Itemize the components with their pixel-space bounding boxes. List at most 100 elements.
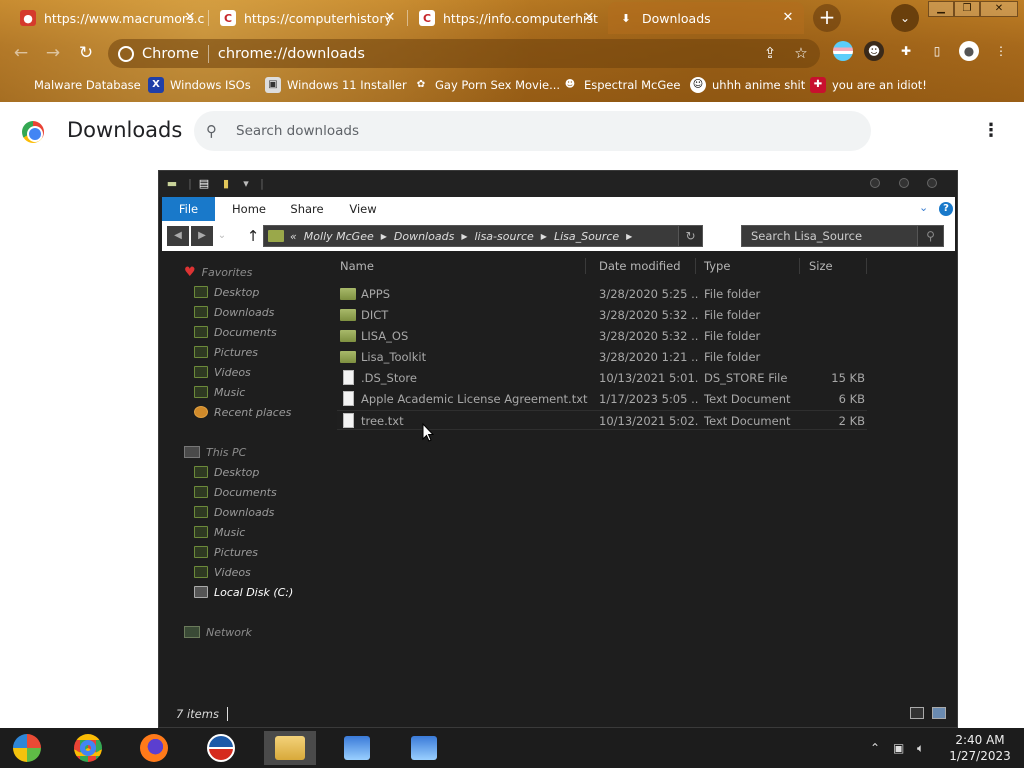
file-row-lisa-toolkit[interactable]: Lisa_Toolkit 3/28/2020 1:21 ... File fol… <box>337 347 867 367</box>
start-button[interactable] <box>3 731 51 765</box>
share-icon[interactable]: ⇪ <box>761 44 779 62</box>
nav-item-desktop[interactable]: Desktop <box>194 283 259 301</box>
nav-item-music[interactable]: Music <box>194 523 245 541</box>
breadcrumb-lisa-source-folder[interactable]: Lisa_Source <box>554 230 619 243</box>
file-row-tree-txt[interactable]: tree.txt 10/13/2021 5:02... Text Documen… <box>337 410 867 430</box>
nav-item-desktop[interactable]: Desktop <box>194 463 259 481</box>
file-row-lisa-os[interactable]: LISA_OS 3/28/2020 5:32 ... File folder <box>337 326 867 346</box>
column-divider[interactable] <box>695 258 696 274</box>
tab-macrumors[interactable]: ● https://www.macrumors.c ✕ <box>10 2 206 34</box>
close-button[interactable] <box>927 178 937 188</box>
forward-button[interactable]: → <box>40 40 66 66</box>
volume-icon[interactable]: 🔈︎ <box>917 728 924 768</box>
large-icons-view-icon[interactable] <box>932 707 946 719</box>
taskbar-network-app-1[interactable] <box>333 731 381 765</box>
nav-item-videos[interactable]: Videos <box>194 563 251 581</box>
tab-home[interactable]: Home <box>224 197 274 221</box>
column-header-name[interactable]: Name <box>340 256 374 276</box>
nav-network[interactable]: Network <box>184 623 252 641</box>
breadcrumb-separator-icon[interactable]: ▶ <box>461 232 467 241</box>
column-header-size[interactable]: Size <box>809 256 833 276</box>
more-actions-icon[interactable]: ⋮ <box>982 120 1000 142</box>
maximize-button[interactable]: ❐ <box>954 1 980 17</box>
recent-locations-icon[interactable]: ⌄ <box>215 226 229 246</box>
forward-button[interactable]: ▶ <box>191 226 213 246</box>
bookmark-malware-database[interactable]: Malware Database <box>12 75 141 95</box>
close-icon[interactable]: ✕ <box>581 10 597 26</box>
breadcrumb-separator-icon[interactable]: ▶ <box>626 232 632 241</box>
file-row-ds-store[interactable]: .DS_Store 10/13/2021 5:01... DS_STORE Fi… <box>337 368 867 388</box>
column-divider[interactable] <box>799 258 800 274</box>
quick-access-dropdown-icon[interactable]: ▾ <box>239 177 253 190</box>
close-window-button[interactable]: ✕ <box>980 1 1018 17</box>
breadcrumb-overflow[interactable]: « <box>290 230 297 243</box>
taskbar-obama-logo[interactable] <box>197 731 245 765</box>
tab-share[interactable]: Share <box>282 197 332 221</box>
nav-item-downloads[interactable]: Downloads <box>194 303 274 321</box>
taskbar-file-explorer[interactable] <box>264 731 316 765</box>
column-header-type[interactable]: Type <box>704 256 730 276</box>
nav-item-local-disk[interactable]: Local Disk (C:) <box>194 583 293 601</box>
nav-item-videos[interactable]: Videos <box>194 363 251 381</box>
help-icon[interactable]: ? <box>939 202 953 216</box>
profile-icon[interactable]: ● <box>959 41 979 61</box>
column-divider[interactable] <box>585 258 586 274</box>
address-bar[interactable]: « Molly McGee ▶ Downloads ▶ lisa-source … <box>263 225 703 247</box>
properties-icon[interactable]: ▤ <box>197 177 211 190</box>
tab-view[interactable]: View <box>338 197 388 221</box>
minimize-button[interactable]: ▁ <box>928 1 954 17</box>
file-row-dict[interactable]: DICT 3/28/2020 5:32 ... File folder <box>337 305 867 325</box>
maximize-button[interactable] <box>899 178 909 188</box>
file-row-apps[interactable]: APPS 3/28/2020 5:25 ... File folder <box>337 284 867 304</box>
nav-item-pictures[interactable]: Pictures <box>194 543 258 561</box>
bookmark-site[interactable]: ✿ Gay Porn Sex Movie... <box>413 75 560 95</box>
column-divider[interactable] <box>866 258 867 274</box>
show-hidden-icons[interactable]: ⌃ <box>870 728 880 768</box>
nav-item-recent-places[interactable]: Recent places <box>194 403 291 421</box>
up-arrow-icon[interactable]: ↑ <box>245 225 261 247</box>
bookmark-espectral-mcgee[interactable]: ☻ Espectral McGee <box>562 75 681 95</box>
tab-computerhistory[interactable]: C https://computerhistory ✕ <box>210 2 406 34</box>
column-header-date[interactable]: Date modified <box>599 256 681 276</box>
tab-file[interactable]: File <box>162 197 215 221</box>
close-icon[interactable]: ✕ <box>182 10 198 26</box>
nav-item-downloads[interactable]: Downloads <box>194 503 274 521</box>
new-folder-icon[interactable]: ▮ <box>219 177 233 190</box>
taskbar-firefox[interactable] <box>130 731 178 765</box>
close-icon[interactable]: ✕ <box>382 10 398 26</box>
tab-info-computerhistory[interactable]: C https://info.computerhist ✕ <box>409 2 605 34</box>
refresh-icon[interactable]: ↻ <box>678 226 702 246</box>
file-row-apple-license[interactable]: Apple Academic License Agreement.txt 1/1… <box>337 389 867 409</box>
bookmark-star-icon[interactable]: ☆ <box>792 44 810 62</box>
reload-button[interactable]: ↻ <box>73 40 99 66</box>
tab-search-button[interactable]: ⌄ <box>891 4 919 32</box>
taskbar-network-app-2[interactable] <box>400 731 448 765</box>
nav-item-pictures[interactable]: Pictures <box>194 343 258 361</box>
system-clock[interactable]: 2:40 AM 1/27/2023 <box>940 732 1020 764</box>
nav-this-pc[interactable]: This PC <box>184 443 246 461</box>
avatar-extension-icon[interactable]: ☻ <box>864 41 884 61</box>
minimize-button[interactable] <box>870 178 880 188</box>
taskbar-chrome[interactable] <box>64 731 112 765</box>
back-button[interactable]: ← <box>8 40 34 66</box>
search-icon[interactable]: ⚲ <box>917 226 943 246</box>
new-tab-button[interactable]: + <box>813 4 841 32</box>
search-downloads-input[interactable]: ⚲ Search downloads <box>194 111 871 151</box>
side-panel-icon[interactable]: ▯ <box>927 41 947 61</box>
nav-item-documents[interactable]: Documents <box>194 483 277 501</box>
extensions-puzzle-icon[interactable]: ✚ <box>896 41 916 61</box>
trans-flag-extension-icon[interactable] <box>833 41 853 61</box>
bookmark-idiot[interactable]: ✚ you are an idiot! <box>810 75 927 95</box>
nav-item-music[interactable]: Music <box>194 383 245 401</box>
expand-ribbon-icon[interactable]: ⌄ <box>919 200 933 216</box>
breadcrumb-downloads[interactable]: Downloads <box>394 230 454 243</box>
back-button[interactable]: ◀ <box>167 226 189 246</box>
breadcrumb-separator-icon[interactable]: ▶ <box>381 232 387 241</box>
browser-menu-icon[interactable]: ⋮ <box>991 41 1011 61</box>
address-bar[interactable]: Chrome chrome://downloads ⇪ ☆ <box>108 39 820 68</box>
bookmark-windows-11-installer[interactable]: ▣ Windows 11 Installer <box>265 75 407 95</box>
explorer-search-input[interactable]: Search Lisa_Source ⚲ <box>741 225 944 247</box>
network-status-icon[interactable]: ▣ <box>893 728 904 768</box>
nav-item-documents[interactable]: Documents <box>194 323 277 341</box>
url-text[interactable]: chrome://downloads <box>218 46 365 62</box>
